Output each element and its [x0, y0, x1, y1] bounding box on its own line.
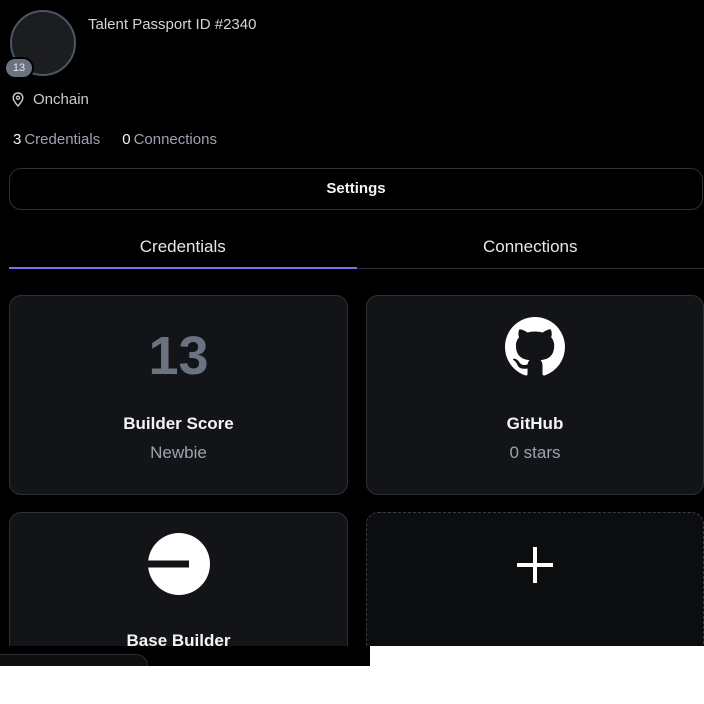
github-stars: 0 stars — [509, 443, 561, 462]
tab-connections[interactable]: Connections — [357, 228, 704, 268]
score-badge: 13 — [6, 59, 32, 77]
connections-count: 0 — [122, 131, 131, 148]
connections-stat-label: Connections — [133, 131, 217, 148]
base-builder-title: Base Builder — [126, 631, 231, 646]
location: Onchain — [12, 90, 89, 108]
app-root: 13 Talent Passport ID #2340 Onchain 3 Cre… — [0, 0, 704, 646]
base-logo-icon — [147, 533, 210, 600]
github-icon — [505, 317, 565, 382]
tab-credentials[interactable]: Credentials — [9, 228, 357, 269]
add-credential-card[interactable] — [366, 512, 704, 646]
github-card[interactable]: GitHub 0 stars — [366, 295, 704, 495]
settings-button[interactable]: Settings — [9, 168, 703, 210]
bottom-nav-pill[interactable] — [0, 654, 148, 666]
builder-score-card[interactable]: 13 Builder Score Newbie — [9, 295, 348, 495]
github-title: GitHub — [506, 414, 564, 433]
location-pin-icon — [12, 91, 24, 107]
credentials-stat-label: Credentials — [24, 131, 101, 148]
credentials-stat[interactable]: 3 Credentials — [13, 131, 100, 148]
builder-score-title: Builder Score — [123, 414, 234, 433]
location-label: Onchain — [33, 90, 89, 108]
plus-icon — [515, 545, 555, 590]
connections-stat[interactable]: 0 Connections — [122, 131, 217, 148]
builder-score-value: 13 — [148, 326, 209, 386]
base-builder-card[interactable]: Base Builder — [9, 512, 348, 646]
credentials-count: 3 — [13, 131, 22, 148]
builder-score-level: Newbie — [150, 443, 207, 462]
profile-tabs: Credentials Connections — [9, 228, 704, 269]
profile-stats: 3 Credentials 0 Connections — [13, 131, 217, 148]
passport-id: Talent Passport ID #2340 — [88, 16, 257, 33]
bottom-strip — [0, 646, 370, 666]
